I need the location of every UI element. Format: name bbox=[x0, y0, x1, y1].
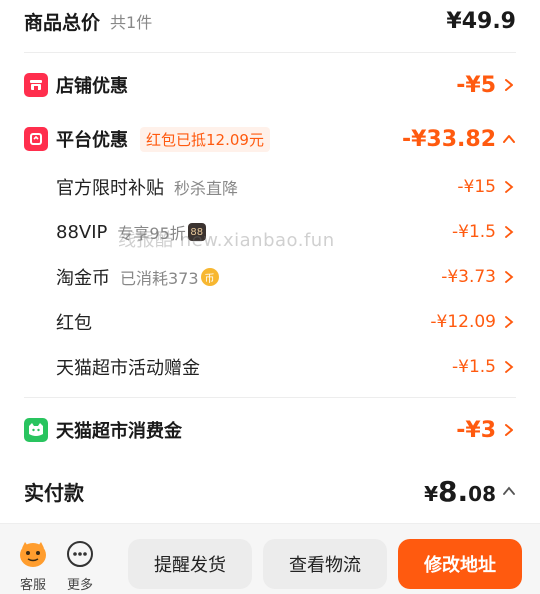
sub-item-note: 已消耗373 bbox=[120, 269, 199, 288]
platform-discount-row[interactable]: 平台优惠 红包已抵12.09元 -¥33.82 bbox=[0, 124, 540, 154]
service-label: 客服 bbox=[19, 578, 46, 593]
sub-item-label: 官方限时补贴 bbox=[56, 178, 164, 199]
chevron-right-icon bbox=[502, 180, 516, 194]
platform-discount-label: 平台优惠 bbox=[56, 130, 128, 151]
shop-discount-row[interactable]: 店铺优惠 -¥5 bbox=[0, 70, 540, 100]
total-price: ¥49.9 bbox=[446, 8, 516, 34]
more-button[interactable]: 更多 bbox=[66, 540, 94, 593]
shop-icon bbox=[24, 73, 48, 97]
tmall-gold-value: -¥3 bbox=[456, 417, 496, 443]
sub-item-amount: -¥1.5 bbox=[452, 222, 516, 242]
item-count: 共1件 bbox=[110, 13, 153, 32]
sub-item-value: -¥1.5 bbox=[452, 222, 496, 242]
view-logistics-button[interactable]: 查看物流 bbox=[263, 539, 387, 589]
coin-icon: 币 bbox=[200, 268, 219, 286]
chevron-right-icon bbox=[502, 270, 516, 284]
sub-item-amount: -¥1.5 bbox=[452, 357, 516, 377]
amount-decimals: 08 bbox=[468, 481, 496, 506]
shop-discount-amount: -¥5 bbox=[456, 73, 516, 98]
sub-item-value: -¥15 bbox=[457, 177, 496, 197]
vip-badge-icon: 88 bbox=[187, 223, 206, 241]
tmall-gold-label: 天猫超市消费金 bbox=[56, 421, 182, 442]
divider bbox=[24, 397, 516, 398]
platform-discount-value: -¥33.82 bbox=[401, 126, 496, 152]
sub-item-label: 88VIP bbox=[56, 221, 108, 243]
actual-pay-label: 实付款 bbox=[24, 480, 84, 505]
sub-item-value: -¥1.5 bbox=[452, 357, 496, 377]
amount-integer: 8. bbox=[438, 474, 469, 508]
chevron-right-icon bbox=[502, 225, 516, 239]
more-dots-icon bbox=[66, 540, 94, 572]
coin-discount-row[interactable]: 淘金币 已消耗373 币 -¥3.73 bbox=[56, 264, 516, 290]
shop-discount-value: -¥5 bbox=[456, 72, 496, 98]
order-summary-header: 商品总价 共1件 ¥49.9 bbox=[0, 6, 540, 36]
page-title: 商品总价 bbox=[24, 11, 101, 34]
service-face-icon bbox=[18, 540, 48, 572]
currency-symbol: ¥ bbox=[424, 481, 439, 506]
vip-discount-row[interactable]: 88VIP 专享95折 88 -¥1.5 bbox=[56, 219, 516, 245]
sub-item-label: 天猫超市活动赠金 bbox=[56, 358, 200, 379]
sub-item-amount: -¥15 bbox=[457, 177, 516, 197]
actual-pay-row: 实付款 ¥ 8. 08 bbox=[0, 472, 540, 510]
gift-gold-row[interactable]: 天猫超市活动赠金 -¥1.5 bbox=[56, 354, 516, 380]
tmall-cat-icon bbox=[24, 418, 48, 442]
chevron-right-icon bbox=[502, 423, 516, 437]
chevron-up-icon[interactable] bbox=[502, 484, 516, 498]
sub-item-value: -¥3.73 bbox=[441, 267, 496, 287]
subsidy-row[interactable]: 官方限时补贴 秒杀直降 -¥15 bbox=[56, 174, 516, 200]
chevron-right-icon bbox=[502, 315, 516, 329]
sub-item-label: 红包 bbox=[56, 313, 92, 334]
customer-service-button[interactable]: 客服 bbox=[18, 540, 48, 593]
actual-pay-amount[interactable]: ¥ 8. 08 bbox=[424, 475, 516, 508]
chevron-right-icon bbox=[502, 360, 516, 374]
platform-icon bbox=[24, 127, 48, 151]
tmall-gold-row[interactable]: 天猫超市消费金 -¥3 bbox=[0, 415, 540, 445]
sub-item-amount: -¥12.09 bbox=[430, 312, 516, 332]
chevron-right-icon bbox=[502, 78, 516, 92]
sub-item-amount: -¥3.73 bbox=[441, 267, 516, 287]
chevron-up-icon[interactable] bbox=[502, 132, 516, 146]
sub-item-note: 专享95折 bbox=[117, 224, 186, 243]
divider bbox=[24, 52, 516, 53]
sub-item-label: 淘金币 bbox=[56, 268, 110, 289]
tmall-gold-amount: -¥3 bbox=[456, 418, 516, 443]
shop-discount-label: 店铺优惠 bbox=[56, 76, 128, 97]
red-envelope-tag: 红包已抵12.09元 bbox=[140, 126, 270, 152]
modify-address-button[interactable]: 修改地址 bbox=[398, 539, 522, 589]
sub-item-note: 秒杀直降 bbox=[174, 179, 239, 198]
more-label: 更多 bbox=[66, 578, 93, 593]
platform-discount-amount: -¥33.82 bbox=[402, 127, 516, 152]
red-envelope-row[interactable]: 红包 -¥12.09 bbox=[56, 309, 516, 335]
remind-shipping-button[interactable]: 提醒发货 bbox=[128, 539, 252, 589]
sub-item-value: -¥12.09 bbox=[430, 312, 496, 332]
